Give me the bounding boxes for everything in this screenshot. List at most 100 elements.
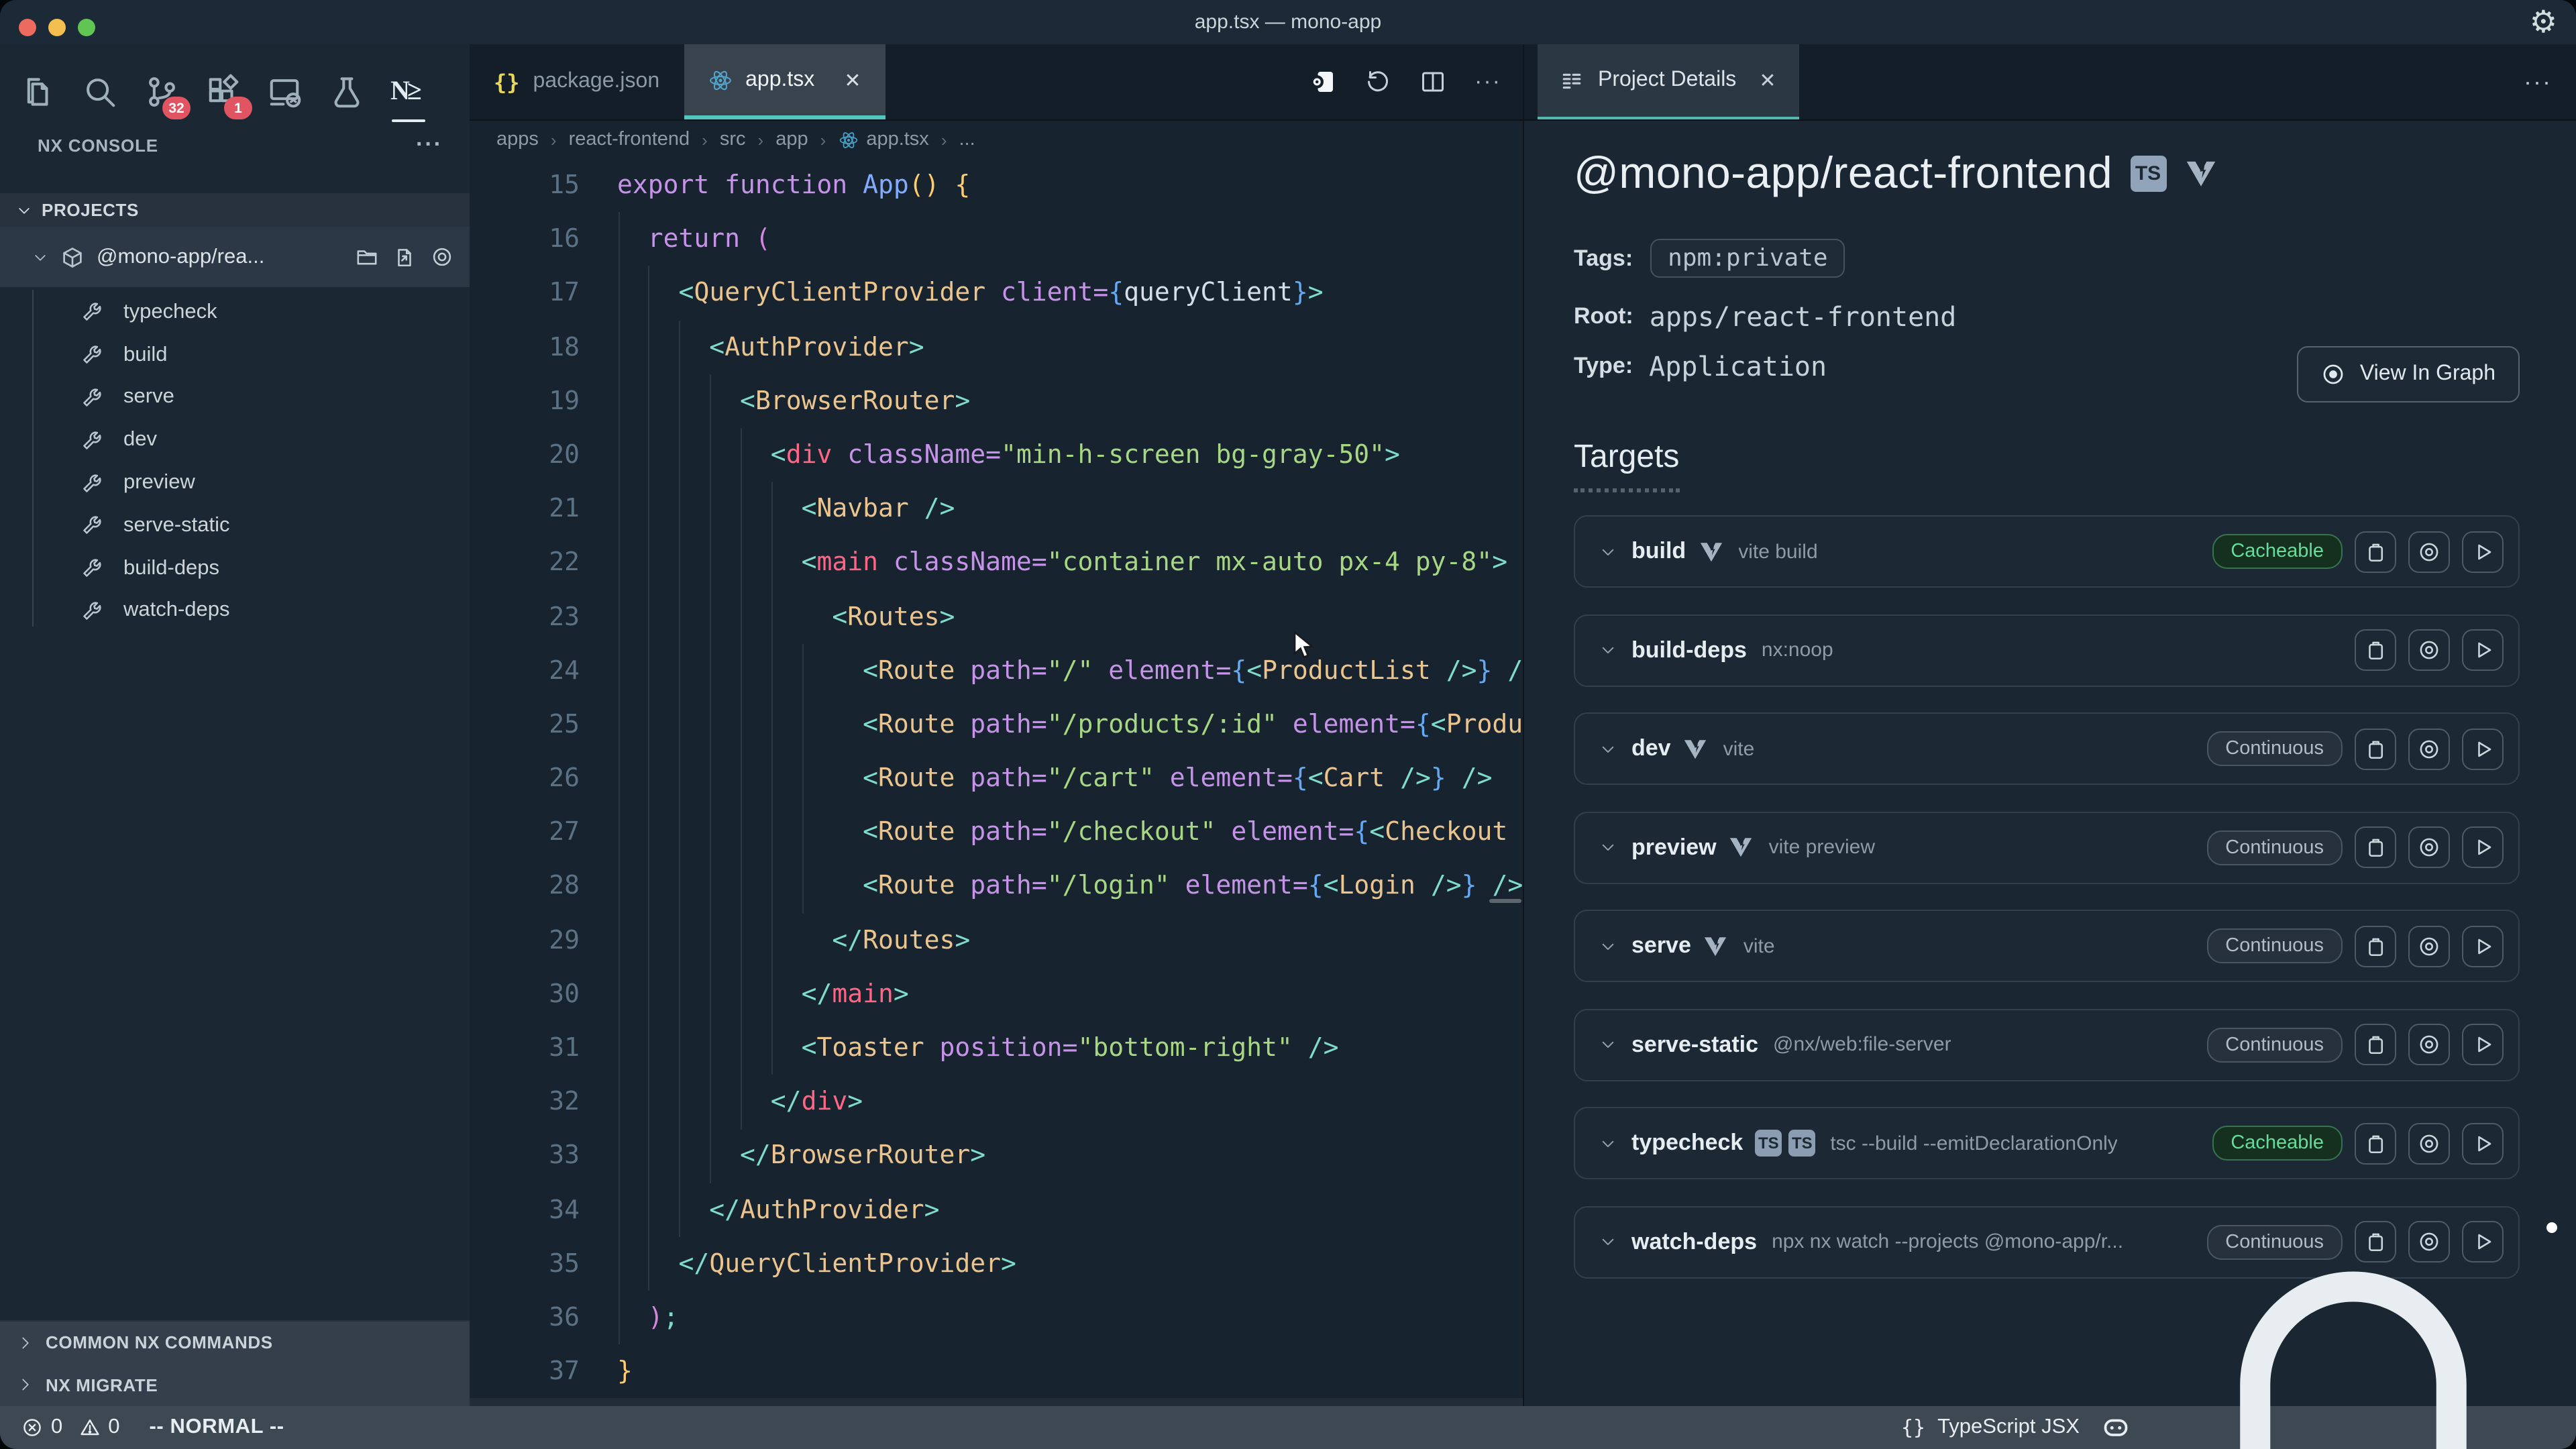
- line-number: 20: [470, 428, 604, 482]
- view-target-button[interactable]: [2408, 826, 2450, 868]
- panel-more-icon[interactable]: ···: [2524, 68, 2576, 96]
- view-target-button[interactable]: [2408, 925, 2450, 967]
- copilot-icon[interactable]: [2102, 1414, 2129, 1441]
- view-in-graph-button[interactable]: View In Graph: [2297, 346, 2520, 402]
- status-badge: Continuous: [2206, 1027, 2343, 1062]
- target-card-typecheck[interactable]: typecheckTSTStsc --build --emitDeclarati…: [1574, 1107, 2520, 1179]
- open-project-details-icon[interactable]: [1309, 68, 1336, 95]
- run-target-button[interactable]: [2462, 728, 2504, 769]
- breadcrumb-item[interactable]: src: [720, 129, 746, 150]
- target-card-serve[interactable]: serveviteContinuous: [1574, 910, 2520, 982]
- breadcrumb-item[interactable]: ...: [959, 129, 975, 150]
- remote-explorer-icon[interactable]: [267, 74, 303, 110]
- sidebar-item-watch-deps[interactable]: watch-deps: [0, 590, 470, 633]
- line-number: 37: [470, 1344, 604, 1398]
- chevron-down-icon[interactable]: [1599, 1036, 1617, 1053]
- refresh-icon[interactable]: [1364, 68, 1391, 95]
- copy-button[interactable]: [2355, 531, 2396, 572]
- target-card-dev[interactable]: devviteContinuous: [1574, 712, 2520, 785]
- breadcrumb-item[interactable]: apps: [496, 129, 539, 150]
- view-target-button[interactable]: [2408, 531, 2450, 572]
- copy-button[interactable]: [2355, 1024, 2396, 1065]
- projects-section-header[interactable]: PROJECTS: [0, 193, 470, 227]
- run-target-button[interactable]: [2462, 531, 2504, 572]
- notifications-bell-icon[interactable]: [2152, 1226, 2555, 1449]
- target-card-serve-static[interactable]: serve-static@nx/web:file-serverContinuou…: [1574, 1008, 2520, 1081]
- close-icon[interactable]: ✕: [844, 68, 861, 92]
- run-target-button[interactable]: [2462, 629, 2504, 671]
- breadcrumb-item[interactable]: app.tsx: [838, 129, 929, 150]
- code-editor[interactable]: 15export function App() {16 return (17 <…: [470, 158, 1523, 1406]
- close-window-button[interactable]: [19, 19, 36, 36]
- target-label: dev: [123, 429, 157, 453]
- editor-tab-strip: {}package.jsonapp.tsx✕ ···: [470, 44, 1523, 121]
- vite-icon: [2184, 156, 2217, 190]
- source-control-icon[interactable]: 32: [144, 74, 180, 110]
- target-card-build[interactable]: buildvite buildCacheable: [1574, 515, 2520, 588]
- sidebar-section-nx-migrate[interactable]: NX MIGRATE: [0, 1364, 470, 1406]
- chevron-down-icon[interactable]: [1599, 543, 1617, 560]
- view-target-button[interactable]: [2408, 1122, 2450, 1164]
- target-card-build-deps[interactable]: build-depsnx:noop: [1574, 614, 2520, 686]
- problems-indicator[interactable]: 0 0: [21, 1415, 120, 1440]
- view-target-button[interactable]: [2408, 728, 2450, 769]
- sidebar-more-icon[interactable]: ···: [416, 131, 443, 158]
- target-name: dev: [1631, 735, 1671, 762]
- run-target-button[interactable]: [2462, 826, 2504, 868]
- sidebar-item-typecheck[interactable]: typecheck: [0, 291, 470, 334]
- extensions-icon[interactable]: 1: [205, 74, 241, 110]
- run-target-button[interactable]: [2462, 1122, 2504, 1164]
- sidebar-item-preview[interactable]: preview: [0, 462, 470, 504]
- chevron-down-icon[interactable]: [1599, 937, 1617, 955]
- sidebar-section-common-nx-commands[interactable]: COMMON NX COMMANDS: [0, 1322, 470, 1364]
- copy-button[interactable]: [2355, 728, 2396, 769]
- tab-app.tsx[interactable]: app.tsx✕: [684, 44, 885, 119]
- scrollbar-handle[interactable]: [1489, 899, 1521, 903]
- close-icon[interactable]: ✕: [1759, 68, 1776, 93]
- panel-tab-label: Project Details: [1598, 68, 1736, 93]
- target-icon[interactable]: [431, 246, 453, 268]
- view-target-button[interactable]: [2408, 629, 2450, 671]
- target-card-preview[interactable]: previewvite previewContinuous: [1574, 811, 2520, 883]
- chevron-down-icon[interactable]: [1599, 1233, 1617, 1250]
- explorer-icon[interactable]: [20, 74, 56, 110]
- run-target-button[interactable]: [2462, 925, 2504, 967]
- copy-button[interactable]: [2355, 925, 2396, 967]
- run-target-button[interactable]: [2462, 1024, 2504, 1065]
- language-mode[interactable]: {} TypeScript JSX: [1901, 1415, 2080, 1440]
- search-icon[interactable]: [82, 74, 118, 110]
- nx-console-icon[interactable]: N≥: [390, 74, 427, 110]
- chevron-down-icon: [16, 202, 32, 218]
- breadcrumb-item[interactable]: app: [775, 129, 808, 150]
- chevron-down-icon[interactable]: [1599, 1134, 1617, 1152]
- sidebar-item-project[interactable]: @mono-app/rea...: [0, 227, 470, 287]
- copy-button[interactable]: [2355, 826, 2396, 868]
- target-label: build-deps: [123, 556, 219, 580]
- code-lines: 15export function App() {16 return (17 <…: [470, 158, 1523, 1399]
- sidebar-item-dev[interactable]: dev: [0, 419, 470, 462]
- chevron-down-icon[interactable]: [1599, 839, 1617, 856]
- view-target-icon: [2418, 1033, 2440, 1056]
- split-editor-icon[interactable]: [1419, 68, 1446, 95]
- breadcrumb: apps›react-frontend›src›app›app.tsx›...: [470, 121, 1523, 158]
- chevron-down-icon[interactable]: [1599, 740, 1617, 757]
- copy-button[interactable]: [2355, 1122, 2396, 1164]
- view-target-button[interactable]: [2408, 1024, 2450, 1065]
- chevron-down-icon[interactable]: [1599, 641, 1617, 659]
- folder-icon[interactable]: [356, 246, 378, 268]
- tab-project-details[interactable]: Project Details ✕: [1538, 44, 1799, 119]
- zoom-window-button[interactable]: [78, 19, 95, 36]
- copy-button[interactable]: [2355, 629, 2396, 671]
- testing-icon[interactable]: [329, 74, 365, 110]
- sidebar-item-serve[interactable]: serve: [0, 376, 470, 419]
- sidebar-item-build[interactable]: build: [0, 334, 470, 377]
- tab-package.json[interactable]: {}package.json: [470, 44, 684, 119]
- goto-file-icon[interactable]: [393, 246, 416, 268]
- sidebar-item-build-deps[interactable]: build-deps: [0, 547, 470, 590]
- minimize-window-button[interactable]: [48, 19, 66, 36]
- breadcrumb-item[interactable]: react-frontend: [569, 129, 690, 150]
- sidebar-item-serve-static[interactable]: serve-static: [0, 504, 470, 547]
- more-actions-icon[interactable]: ···: [1474, 68, 1501, 95]
- settings-gear-icon[interactable]: ⚙: [2530, 4, 2557, 40]
- run-target-icon: [2471, 836, 2494, 859]
